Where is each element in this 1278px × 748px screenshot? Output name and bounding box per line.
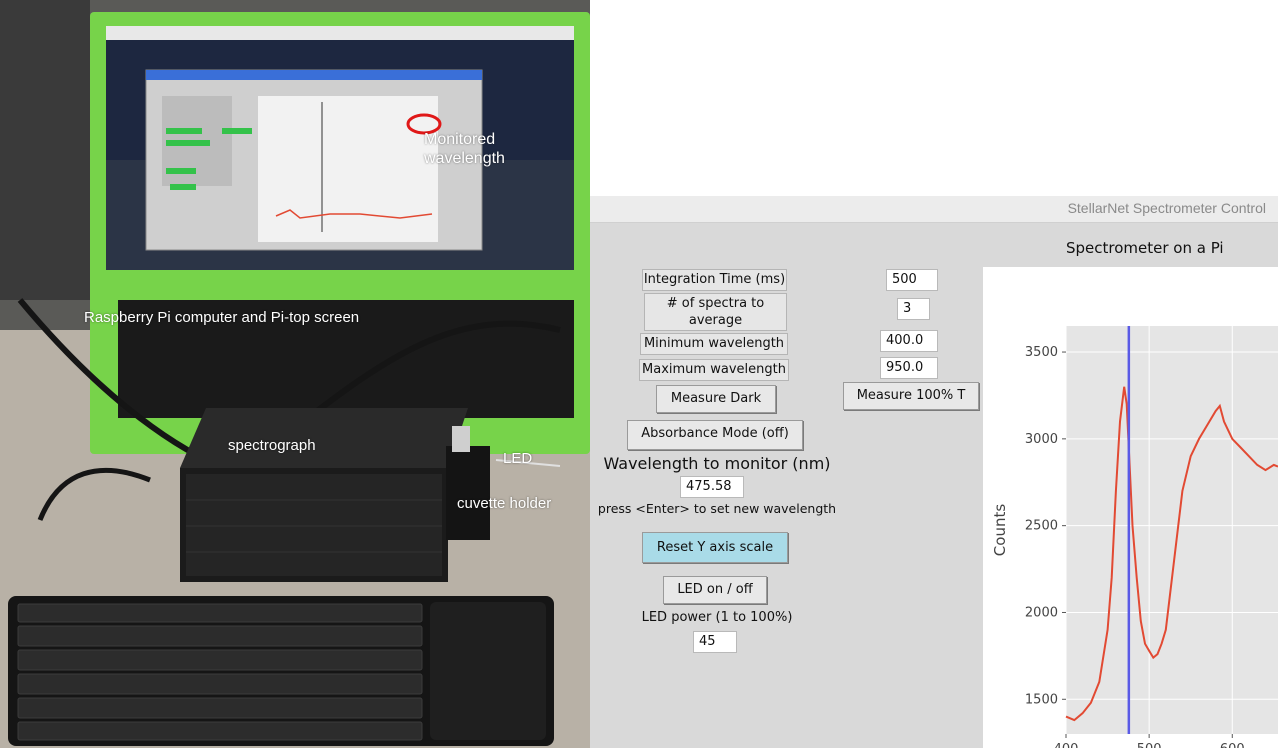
led-power-label: LED power (1 to 100%) xyxy=(641,610,793,625)
maximum-wavelength-label: Maximum wavelength xyxy=(639,359,789,381)
photo-scene xyxy=(0,0,590,748)
absorbance-mode-button[interactable]: Absorbance Mode (off) xyxy=(627,420,803,450)
monitor-wavelength-input[interactable]: 475.58 xyxy=(680,476,744,498)
y-axis-label: Counts xyxy=(991,504,1009,557)
app-header: Spectrometer on a Pi xyxy=(1066,239,1224,257)
screen-annotation-1: Monitored xyxy=(424,131,496,148)
window-titlebar: StellarNet Spectrometer Control xyxy=(590,196,1278,223)
average-spectra-input[interactable]: 3 xyxy=(897,298,930,320)
y-tick-label: 2000 xyxy=(1025,605,1058,620)
screen-annotation-2: wavelength xyxy=(424,150,505,167)
cuvette-holder xyxy=(446,446,490,540)
measure-100t-button[interactable]: Measure 100% T xyxy=(843,382,979,410)
reset-y-axis-button[interactable]: Reset Y axis scale xyxy=(642,532,788,563)
x-tick-label: 500 xyxy=(1137,742,1162,748)
monitor-wavelength-label: Wavelength to monitor (nm) xyxy=(603,454,831,473)
cuvette-annotation: cuvette holder xyxy=(457,495,552,512)
spectrum-chart: 40050060015002000250030003500CountsWav xyxy=(983,267,1278,748)
minimum-wavelength-label: Minimum wavelength xyxy=(640,333,788,355)
average-spectra-label: # of spectra to average xyxy=(644,293,787,331)
minimum-wavelength-input[interactable]: 400.0 xyxy=(880,330,938,352)
y-tick-label: 3000 xyxy=(1025,432,1058,447)
photo-illustration: Monitored wavelength Raspberry Pi comput… xyxy=(0,0,590,748)
led-toggle-button[interactable]: LED on / off xyxy=(663,576,767,604)
plot-area xyxy=(1066,326,1278,734)
measure-dark-button[interactable]: Measure Dark xyxy=(656,385,776,413)
x-tick-label: 600 xyxy=(1220,742,1245,748)
enter-hint-text: press <Enter> to set new wavelength xyxy=(597,501,837,516)
spectrum-chart-svg: 40050060015002000250030003500CountsWav xyxy=(991,326,1278,748)
maximum-wavelength-input[interactable]: 950.0 xyxy=(880,357,938,379)
window-title: StellarNet Spectrometer Control xyxy=(1067,200,1266,216)
y-tick-label: 1500 xyxy=(1025,692,1058,707)
spectrograph-box-top xyxy=(180,408,468,468)
led-power-input[interactable]: 45 xyxy=(693,631,737,653)
integration-time-input[interactable]: 500 xyxy=(886,269,938,291)
y-tick-label: 3500 xyxy=(1025,345,1058,360)
x-tick-label: 400 xyxy=(1054,742,1079,748)
pi-annotation: Raspberry Pi computer and Pi-top screen xyxy=(84,309,360,326)
average-label-line1: # of spectra to xyxy=(666,296,765,311)
led-annotation: LED xyxy=(503,450,533,467)
spectrograph-annotation: spectrograph xyxy=(228,437,316,454)
average-label-line2: average xyxy=(688,313,743,328)
integration-time-label: Integration Time (ms) xyxy=(642,269,787,291)
y-tick-label: 2500 xyxy=(1025,519,1058,534)
spectrometer-app-window: StellarNet Spectrometer Control Spectrom… xyxy=(590,196,1278,748)
